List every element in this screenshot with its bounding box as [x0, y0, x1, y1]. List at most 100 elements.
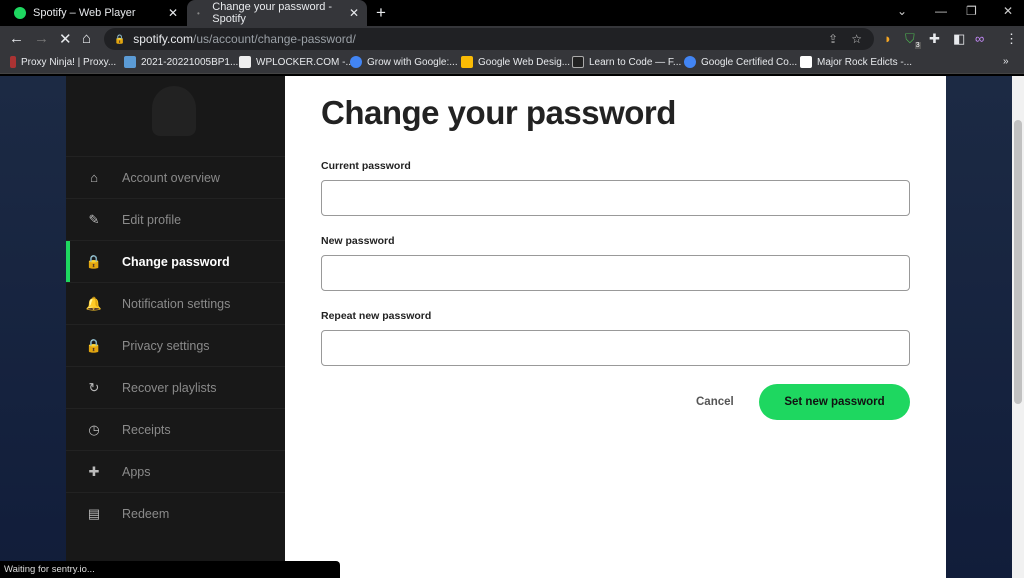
- close-icon[interactable]: ✕: [349, 6, 359, 20]
- sidebar-item-receipts[interactable]: ◷ Receipts: [66, 408, 285, 450]
- sidebar-item-apps[interactable]: ✚ Apps: [66, 450, 285, 492]
- spotify-icon: [14, 7, 26, 19]
- bookmark-label: Learn to Code — F...: [589, 56, 682, 68]
- lock-icon: 🔒: [114, 33, 126, 44]
- shield-extension-icon[interactable]: ⛉3: [905, 31, 921, 49]
- page: ⌂ Account overview ✎ Edit profile 🔒 Change pa…: [0, 76, 1012, 578]
- sidebar-item-label: Privacy settings: [122, 338, 210, 353]
- bookmark-item[interactable]: Major Rock Edicts -...: [800, 56, 912, 68]
- bookmark-favicon-icon: [10, 56, 16, 68]
- sidebar-item-edit-profile[interactable]: ✎ Edit profile: [66, 198, 285, 240]
- menu-icon[interactable]: ⋮: [1005, 31, 1018, 47]
- minimize-icon[interactable]: —: [935, 4, 947, 18]
- repeat-password-input[interactable]: [321, 330, 910, 366]
- new-tab-button[interactable]: +: [376, 3, 386, 23]
- scrollbar[interactable]: [1012, 76, 1024, 578]
- restore-icon[interactable]: ❐: [966, 4, 977, 18]
- lock-icon: 🔒: [85, 337, 103, 353]
- sidebar-item-label: Redeem: [122, 506, 170, 521]
- bookmarks-bar: Proxy Ninja! | Proxy... 2021-20221005BP1…: [0, 52, 1024, 74]
- sidebar-item-account-overview[interactable]: ⌂ Account overview: [66, 156, 285, 198]
- new-password-label: New password: [321, 235, 395, 247]
- sidebar-item-label: Recover playlists: [122, 380, 217, 395]
- refresh-icon: ↻: [88, 379, 100, 395]
- share-icon[interactable]: ⇪: [828, 32, 838, 46]
- change-password-form: Change your password Current password Ne…: [285, 76, 946, 578]
- tab-bar: Spotify – Web Player ✕ • Change your pas…: [0, 0, 1024, 26]
- google-icon: [684, 56, 696, 68]
- bookmark-item[interactable]: WPLOCKER.COM -...: [239, 56, 354, 68]
- google-icon: [350, 56, 362, 68]
- lock-icon: 🔒: [85, 253, 103, 269]
- profile-icon[interactable]: ∞: [975, 31, 984, 46]
- bookmark-item[interactable]: Proxy Ninja! | Proxy...: [10, 56, 116, 68]
- bookmark-star-icon[interactable]: ☆: [851, 32, 862, 46]
- bookmark-label: Google Web Desig...: [478, 56, 571, 68]
- loading-icon: •: [197, 8, 200, 18]
- current-password-label: Current password: [321, 160, 411, 172]
- sidebar-item-recover-playlists[interactable]: ↻ Recover playlists: [66, 366, 285, 408]
- new-password-input[interactable]: [321, 255, 910, 291]
- bookmark-item[interactable]: Google Web Desig...: [461, 56, 570, 68]
- bookmark-item[interactable]: Learn to Code — F...: [572, 56, 681, 68]
- repeat-password-label: Repeat new password: [321, 310, 432, 322]
- tab-search-icon[interactable]: ⌄: [897, 4, 907, 18]
- extension-icon[interactable]: ◗: [884, 31, 892, 46]
- bookmark-item[interactable]: Google Certified Co...: [684, 56, 797, 68]
- sidebar-item-label: Edit profile: [122, 212, 182, 227]
- url-path: /us/account/change-password/: [193, 32, 356, 46]
- scrollbar-thumb[interactable]: [1014, 120, 1022, 404]
- home-icon: ⌂: [90, 170, 98, 185]
- side-panel-icon[interactable]: ◧: [953, 31, 965, 47]
- status-bar: Waiting for sentry.io...: [0, 561, 340, 578]
- card-icon: ▤: [87, 505, 101, 521]
- bookmark-label: 2021-20221005BP1...: [141, 56, 239, 68]
- home-icon[interactable]: ⌂: [82, 30, 91, 47]
- bookmark-label: Grow with Google:...: [367, 56, 458, 68]
- sidebar-item-change-password[interactable]: 🔒 Change password: [66, 240, 285, 283]
- cancel-button[interactable]: Cancel: [696, 396, 734, 408]
- current-password-input[interactable]: [321, 180, 910, 216]
- bookmark-item[interactable]: Grow with Google:...: [350, 56, 458, 68]
- bookmark-label: Major Rock Edicts -...: [817, 56, 913, 68]
- puzzle-icon: ✚: [88, 463, 100, 479]
- avatar: [152, 86, 196, 136]
- bookmark-favicon-icon: [239, 56, 251, 68]
- account-sidebar: ⌂ Account overview ✎ Edit profile 🔒 Change pa…: [66, 76, 285, 578]
- sidebar-item-notification-settings[interactable]: 🔔 Notification settings: [66, 282, 285, 324]
- bookmark-label: Google Certified Co...: [701, 56, 798, 68]
- bookmark-favicon-icon: [124, 56, 136, 68]
- sidebar-menu: ⌂ Account overview ✎ Edit profile 🔒 Change pa…: [66, 156, 285, 534]
- wikipedia-icon: [800, 56, 812, 68]
- extension-badge: 3: [914, 41, 921, 49]
- sidebar-item-label: Change password: [122, 254, 230, 269]
- tab-label: Change your password - Spotify: [212, 1, 333, 25]
- set-new-password-button[interactable]: Set new password: [759, 384, 910, 420]
- bookmark-favicon-icon: [572, 56, 584, 68]
- back-icon[interactable]: ←: [9, 30, 24, 47]
- close-icon[interactable]: ✕: [168, 6, 178, 20]
- sidebar-item-label: Account overview: [122, 170, 220, 185]
- bell-icon: 🔔: [85, 295, 103, 311]
- more-bookmarks-icon[interactable]: »: [1003, 56, 1009, 67]
- address-toolbar: ← → ✕ ⌂ 🔒 spotify.com/us/account/change-…: [0, 26, 1024, 52]
- bookmark-label: Proxy Ninja! | Proxy...: [21, 56, 117, 68]
- sidebar-item-label: Notification settings: [122, 296, 231, 311]
- sidebar-item-label: Receipts: [122, 422, 171, 437]
- bookmark-favicon-icon: [461, 56, 473, 68]
- pencil-icon: ✎: [88, 211, 100, 227]
- close-window-icon[interactable]: ✕: [1003, 4, 1013, 18]
- tab-spotify-web-player[interactable]: Spotify – Web Player ✕: [4, 0, 186, 26]
- forward-icon[interactable]: →: [34, 30, 49, 47]
- bookmark-label: WPLOCKER.COM -...: [256, 56, 354, 68]
- sidebar-item-privacy-settings[interactable]: 🔒 Privacy settings: [66, 324, 285, 366]
- bookmark-item[interactable]: 2021-20221005BP1...: [124, 56, 238, 68]
- url-host: spotify.com: [133, 32, 194, 46]
- sidebar-item-redeem[interactable]: ▤ Redeem: [66, 492, 285, 534]
- page-title: Change your password: [321, 94, 676, 131]
- tab-change-password[interactable]: • Change your password - Spotify ✕: [187, 0, 367, 26]
- clock-icon: ◷: [88, 421, 100, 437]
- extensions-puzzle-icon[interactable]: ✚: [929, 31, 940, 47]
- url-bar[interactable]: 🔒 spotify.com/us/account/change-password…: [104, 28, 874, 50]
- stop-icon[interactable]: ✕: [59, 30, 72, 48]
